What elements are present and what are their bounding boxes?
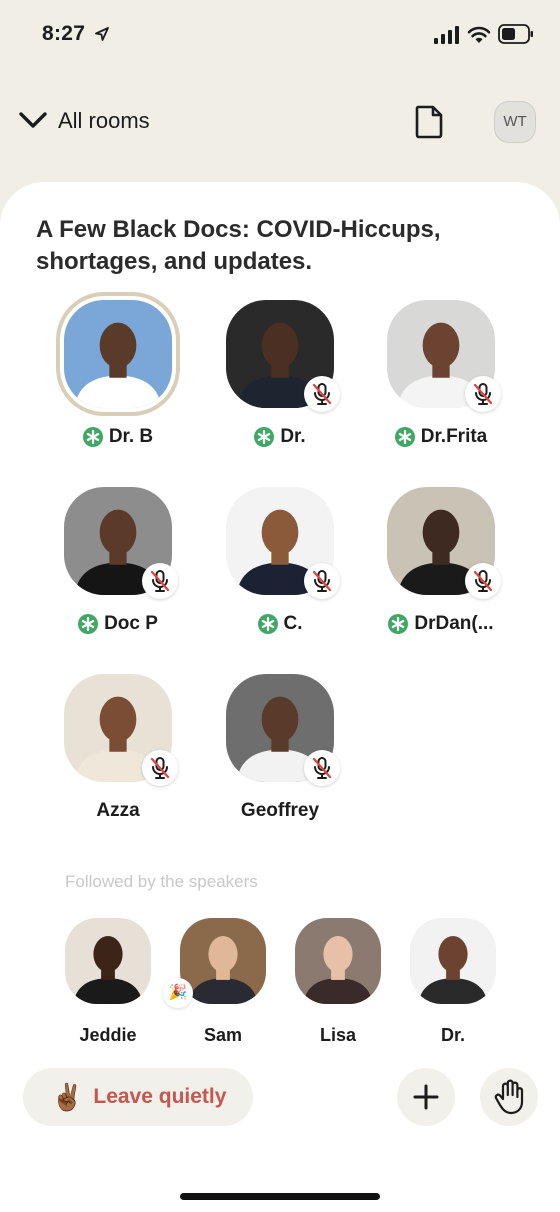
home-indicator [180,1193,380,1200]
document-icon[interactable] [414,104,444,140]
add-button[interactable] [397,1068,455,1126]
speaker-avatar [226,300,340,412]
moderator-badge-icon [78,614,99,634]
leave-quietly-button[interactable]: ✌🏾 Leave quietly [23,1068,253,1126]
moderator-badge-icon [257,614,278,634]
speaker-avatar [64,674,178,786]
person-photo [64,300,172,408]
status-bar: 8:27 [0,0,560,70]
muted-mic-icon [312,383,332,405]
speaker-avatar [387,300,501,412]
speaker-name-row: Dr. B [38,426,198,448]
new-user-party-badge: 🎉 [163,978,193,1008]
cellular-signal-icon [434,26,459,44]
room-title: A Few Black Docs: COVID-Hiccups, shortag… [36,216,441,275]
person-photo [295,918,381,1004]
speaker-name-row: DrDan(... [361,613,521,635]
muted-badge [142,563,178,599]
moderator-badge-icon [254,427,275,447]
muted-mic-icon [473,383,493,405]
moderator-badge-icon [82,427,103,447]
speaker-avatar [64,487,178,599]
location-arrow-icon [95,27,109,41]
muted-mic-icon [312,757,332,779]
speaker-name-row: Dr.Frita [361,426,521,448]
wifi-icon [467,26,491,43]
room-sheet: A Few Black Docs: COVID-Hiccups, shortag… [0,182,560,1212]
leave-quietly-label: Leave quietly [93,1085,227,1108]
muted-mic-icon [312,570,332,592]
raise-hand-icon [494,1079,524,1115]
speaker-avatar [226,487,340,599]
speaker-name: Doc P [104,613,158,634]
muted-mic-icon [473,570,493,592]
battery-icon [498,24,533,44]
listener-avatar [410,918,496,1004]
followed-by-speakers-label: Followed by the speakers [65,872,258,891]
listener-avatar [65,918,151,1004]
muted-badge [304,563,340,599]
speaker-name-row: Dr. [200,426,360,448]
person-photo [65,918,151,1004]
person-photo [410,918,496,1004]
status-time: 8:27 [42,22,86,45]
speaker-name-row: Azza [38,800,198,822]
muted-badge [304,750,340,786]
all-rooms-link[interactable]: All rooms [58,108,150,134]
chevron-down-icon[interactable] [18,110,48,130]
listener-name: Jeddie [79,1025,137,1045]
listener-name: Dr. [440,1025,465,1045]
speaker-name-row: Geoffrey [200,800,360,822]
speaker-name: Azza [96,800,140,821]
muted-badge [304,376,340,412]
plus-icon [413,1084,439,1110]
speaker-name: Geoffrey [240,800,320,821]
speaker-avatar [226,674,340,786]
muted-mic-icon [150,757,170,779]
speaker-avatar [64,300,172,408]
raise-hand-button[interactable] [480,1068,538,1126]
speaker-name: C. [283,613,303,634]
speaker-name-row: C. [200,613,360,635]
speaker-avatar [387,487,501,599]
listener-name: Sam [203,1025,243,1045]
speaker-name: DrDan(... [414,613,494,634]
muted-badge [142,750,178,786]
speaker-name-row: Doc P [38,613,198,635]
muted-badge [465,376,501,412]
muted-mic-icon [150,570,170,592]
top-bar: All rooms WT [0,95,560,150]
moderator-badge-icon [388,614,409,634]
speaker-name: Dr. [280,426,306,447]
listener-name: Lisa [319,1025,357,1045]
speaker-name: Dr. B [108,426,154,447]
speaker-name: Dr.Frita [420,426,488,447]
peace-hand-icon: ✌🏾 [51,1081,84,1112]
muted-badge [465,563,501,599]
profile-avatar[interactable]: WT [494,101,536,143]
moderator-badge-icon [394,427,415,447]
listener-avatar [295,918,381,1004]
